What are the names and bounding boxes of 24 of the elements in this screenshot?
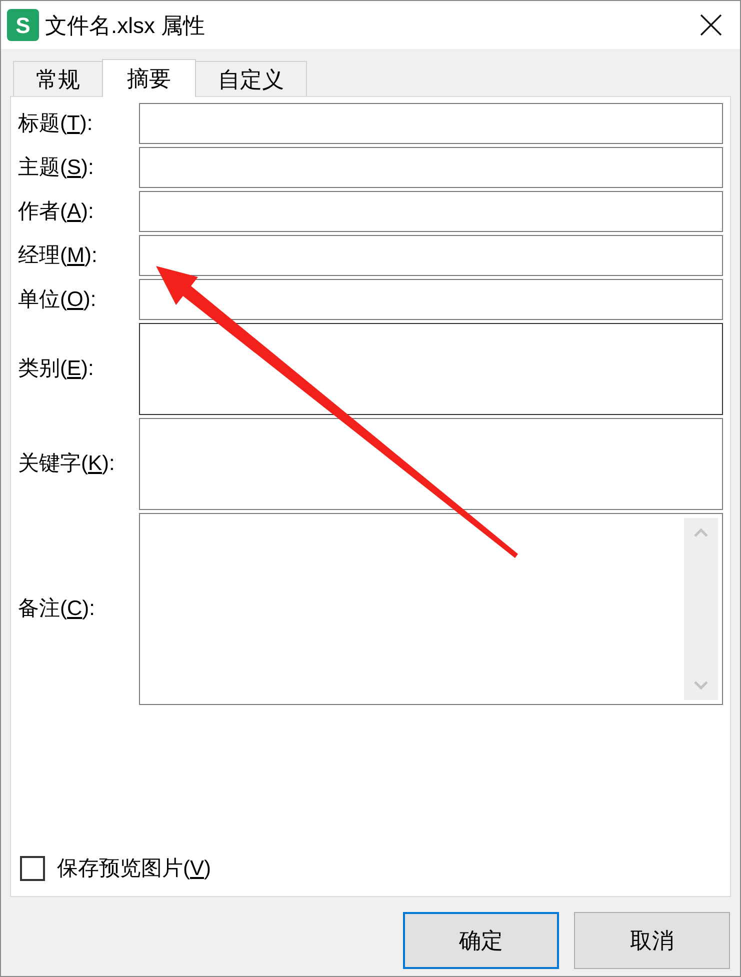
app-icon: S bbox=[7, 9, 39, 41]
input-field[interactable] bbox=[139, 191, 723, 232]
text-area[interactable] bbox=[139, 323, 723, 415]
tab[interactable]: 常规 bbox=[13, 61, 103, 96]
close-icon[interactable] bbox=[700, 14, 722, 36]
field-label: 类别(E): bbox=[18, 356, 95, 382]
field-label: 单位(O): bbox=[18, 286, 98, 313]
field-label: 主题(S): bbox=[18, 154, 95, 181]
field-label: 关键字(K): bbox=[18, 451, 116, 478]
tab[interactable]: 自定义 bbox=[195, 61, 307, 96]
dialog-button[interactable]: 确定 bbox=[403, 912, 559, 969]
input-field[interactable] bbox=[139, 103, 723, 144]
field-label: 标题(T): bbox=[18, 110, 94, 137]
dialog-button[interactable]: 取消 bbox=[574, 912, 730, 969]
field-label: 经理(M): bbox=[18, 242, 98, 269]
input-field[interactable] bbox=[139, 235, 723, 276]
input-field[interactable] bbox=[139, 147, 723, 188]
field-label: 备注(C): bbox=[18, 596, 96, 622]
input-field[interactable] bbox=[139, 279, 723, 320]
checkbox-label: 保存预览图片(V) bbox=[57, 856, 212, 882]
tab[interactable]: 摘要 bbox=[102, 59, 196, 97]
window-title: 文件名.xlsx 属性 bbox=[45, 12, 206, 40]
checkbox[interactable] bbox=[20, 856, 45, 881]
field-label: 作者(A): bbox=[18, 198, 95, 225]
